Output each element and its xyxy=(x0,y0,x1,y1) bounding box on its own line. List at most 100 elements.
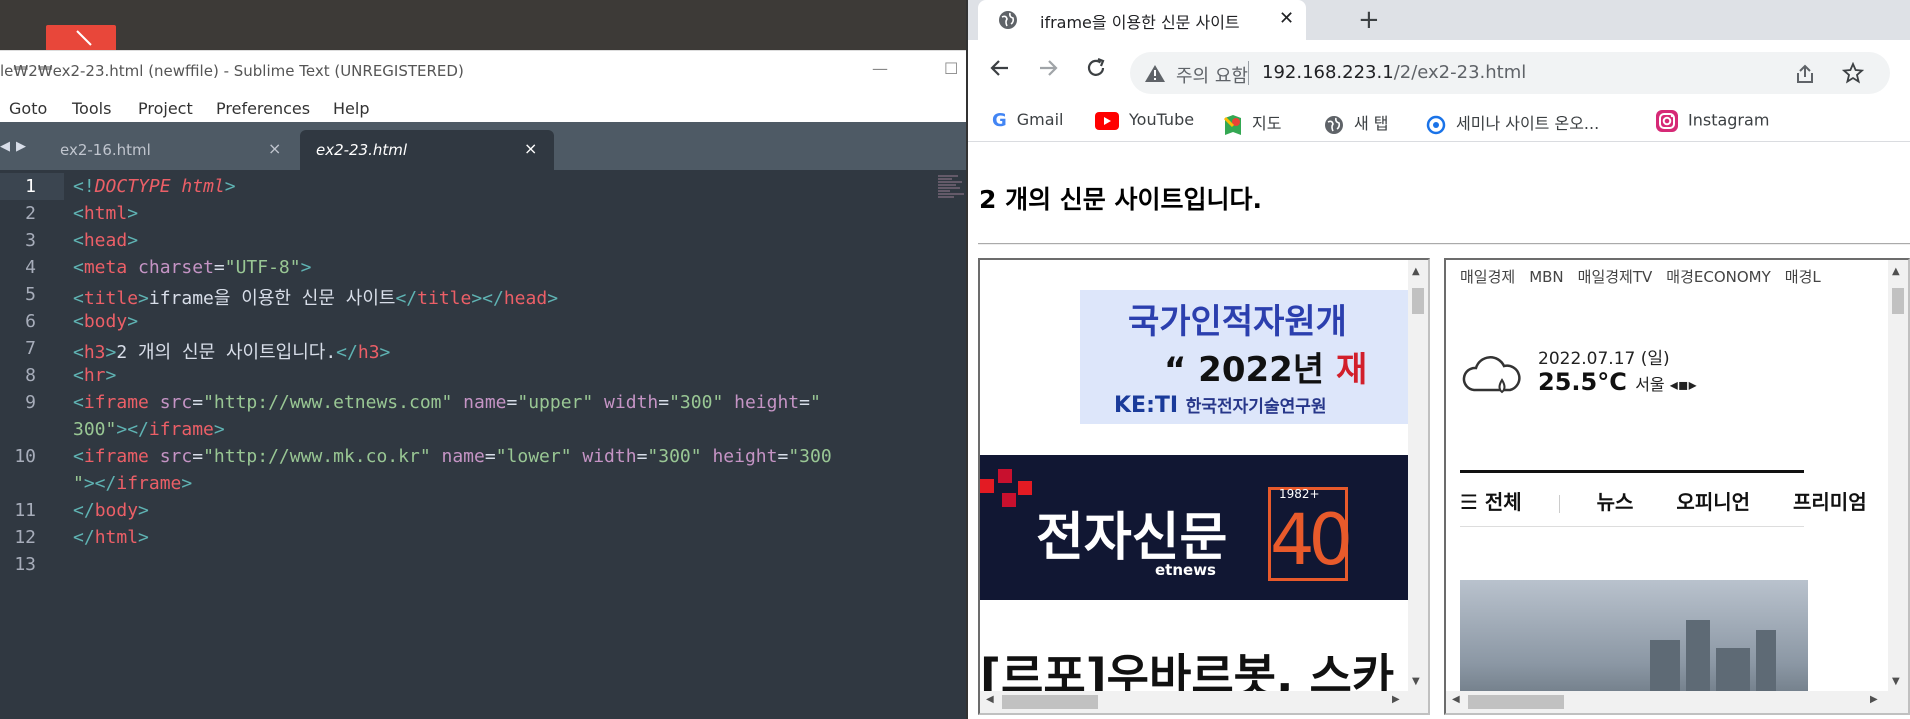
scroll-thumb[interactable] xyxy=(1892,288,1904,314)
line-number: 6 xyxy=(25,311,36,332)
scroll-thumb[interactable] xyxy=(1468,695,1564,709)
iframe-mk[interactable]: 매일경제 MBN 매일경제TV 매경ECONOMY 매경L 2022.07.17 (일)… xyxy=(1444,258,1910,715)
line-number: 5 xyxy=(25,284,36,305)
browser-tab-title: iframe을 이용한 신문 사이트 xyxy=(1040,13,1240,32)
menu-news[interactable]: 뉴스 xyxy=(1597,490,1634,514)
line-number: 13 xyxy=(14,554,36,575)
tab-label: ex2-16.html xyxy=(60,141,151,159)
bookmark-seminar[interactable]: 세미나 사이트 온오... xyxy=(1426,110,1599,135)
anniversary-number: 40 xyxy=(1270,499,1353,581)
divider xyxy=(1460,526,1804,527)
browser-window: iframe을 이용한 신문 사이트 ✕ + 주의 요함 192.168.223… xyxy=(966,0,1910,719)
menu-premium[interactable]: 프리미엄 xyxy=(1793,490,1867,514)
nav-link[interactable]: 매일경제 xyxy=(1460,268,1515,286)
menu-preferences[interactable]: Preferences xyxy=(216,99,310,118)
scroll-thumb[interactable] xyxy=(1002,695,1098,709)
url-text[interactable]: 192.168.223.1/2/ex2-23.html xyxy=(1262,62,1526,83)
address-bar[interactable]: 주의 요함 192.168.223.1/2/ex2-23.html xyxy=(1130,52,1890,94)
bookmark-youtube[interactable]: YouTube xyxy=(1095,110,1194,130)
globe-icon xyxy=(1325,115,1343,134)
vertical-scrollbar[interactable]: ▲ ▼ xyxy=(1408,260,1428,713)
ad-banner[interactable]: 국가인적자원개 “ 2022년 재 KE:TI 한국전자기술연구원 xyxy=(1080,290,1420,424)
iframe-etnews[interactable]: 국가인적자원개 “ 2022년 재 KE:TI 한국전자기술연구원 전자신문 e… xyxy=(978,258,1430,715)
banner-text: 국가인적자원개 xyxy=(1128,302,1347,342)
scroll-left-icon[interactable]: ◀ xyxy=(1452,694,1460,705)
code-line: <body> xyxy=(73,311,139,332)
scroll-down-icon[interactable]: ▼ xyxy=(1892,676,1900,687)
browser-tab[interactable]: iframe을 이용한 신문 사이트 ✕ xyxy=(978,0,1306,40)
menu-help[interactable]: Help xyxy=(333,99,369,118)
code-editor[interactable]: 1 2 3 4 5 6 7 8 9 10 11 12 13 <!DOCTYPE … xyxy=(0,170,966,719)
news-photo[interactable] xyxy=(1460,580,1808,700)
line-number: 12 xyxy=(14,527,36,548)
bookmark-newtab[interactable]: 새 탭 xyxy=(1324,110,1389,135)
minimize-icon[interactable]: — xyxy=(872,59,888,78)
nav-link[interactable]: 매일경제TV xyxy=(1578,268,1653,286)
maximize-icon[interactable]: ☐ xyxy=(944,59,960,78)
menu-opinion[interactable]: 오피니언 xyxy=(1676,490,1750,514)
tab-label: ex2-23.html xyxy=(316,141,408,159)
menu-project[interactable]: Project xyxy=(138,99,193,118)
line-number: 2 xyxy=(25,203,36,224)
bookmarks-bar: G Gmail YouTube 지도 새 탭 세미나 사이트 온오... Inst… xyxy=(968,106,1910,142)
scroll-thumb[interactable] xyxy=(1412,288,1424,314)
horizontal-rule xyxy=(978,243,1910,245)
tab-ex2-23[interactable]: ex2-23.html × xyxy=(300,130,554,170)
bookmark-instagram[interactable]: Instagram xyxy=(1656,110,1769,132)
scroll-up-icon[interactable]: ▲ xyxy=(1892,266,1900,277)
tab-ex2-16[interactable]: ex2-16.html × xyxy=(44,130,296,170)
line-number: 7 xyxy=(25,338,36,359)
code-line: <head> xyxy=(73,230,139,251)
scroll-right-icon[interactable]: ▶ xyxy=(1870,694,1878,705)
code-line: <meta charset="UTF-8"> xyxy=(73,257,312,278)
scroll-right-icon[interactable]: ▶ xyxy=(1392,694,1400,705)
divider xyxy=(1460,470,1804,473)
scroll-left-icon[interactable]: ◀ xyxy=(986,694,994,705)
forward-icon[interactable] xyxy=(1036,56,1060,80)
line-number: 4 xyxy=(25,257,36,278)
etnews-logo[interactable]: 전자신문 etnews 1982+ 40 xyxy=(980,455,1410,600)
window-title: le₩2₩ex2-23.html (newffile) - Sublime Te… xyxy=(0,62,464,80)
minimap[interactable] xyxy=(938,174,966,214)
star-icon[interactable] xyxy=(1842,62,1864,84)
bookmark-maps[interactable]: 지도 xyxy=(1224,110,1281,136)
code-line: <title>iframe을 이용한 신문 사이트</title></head> xyxy=(73,288,559,309)
google-icon: G xyxy=(992,110,1007,131)
share-icon[interactable] xyxy=(1794,63,1816,85)
tab-scroll-right-icon[interactable]: ▶ xyxy=(16,139,26,154)
close-icon[interactable]: × xyxy=(524,139,537,158)
menu-tools[interactable]: Tools xyxy=(72,99,111,118)
scroll-up-icon[interactable]: ▲ xyxy=(1412,266,1420,277)
vertical-scrollbar[interactable]: ▲ ▼ xyxy=(1888,260,1908,713)
code-line: <iframe src="http://www.etnews.com" name… xyxy=(73,392,821,413)
code-line: <html> xyxy=(73,203,139,224)
divider xyxy=(1248,61,1249,85)
bookmark-gmail[interactable]: G Gmail xyxy=(992,110,1063,131)
new-tab-icon[interactable]: + xyxy=(1358,5,1380,35)
menu-goto[interactable]: Goto xyxy=(9,99,47,118)
horizontal-scrollbar[interactable]: ◀ ▶ xyxy=(1446,691,1888,713)
menu-all-button[interactable]: ☰ 전체 xyxy=(1460,490,1522,514)
mk-family-nav: 매일경제 MBN 매일경제TV 매경ECONOMY 매경L xyxy=(1460,266,1835,287)
line-number: 8 xyxy=(25,365,36,386)
line-number: 1 xyxy=(25,176,36,197)
keti-logo: KE:TI 한국전자기술연구원 xyxy=(1114,393,1327,418)
warning-icon[interactable] xyxy=(1144,63,1166,83)
back-icon[interactable] xyxy=(988,56,1012,80)
tab-scroll-left-icon[interactable]: ◀ xyxy=(0,139,10,154)
nav-link[interactable]: MBN xyxy=(1529,268,1563,286)
nav-link[interactable]: 매경L xyxy=(1785,268,1821,286)
close-icon[interactable]: ✕ xyxy=(1279,8,1294,29)
line-number: 3 xyxy=(25,230,36,251)
horizontal-scrollbar[interactable]: ◀ ▶ xyxy=(980,691,1408,713)
code-line: 300"></iframe> xyxy=(73,419,225,440)
scroll-down-icon[interactable]: ▼ xyxy=(1412,676,1420,687)
taskbar-app-icon[interactable] xyxy=(46,25,116,50)
brand-name: 전자신문 xyxy=(1036,508,1228,568)
security-label[interactable]: 주의 요함 xyxy=(1176,62,1248,88)
code-line: "></iframe> xyxy=(73,473,193,494)
nav-link[interactable]: 매경ECONOMY xyxy=(1666,268,1771,286)
close-icon[interactable]: × xyxy=(268,139,281,158)
reload-icon[interactable] xyxy=(1084,56,1108,80)
brand-sub: etnews xyxy=(1155,561,1216,579)
